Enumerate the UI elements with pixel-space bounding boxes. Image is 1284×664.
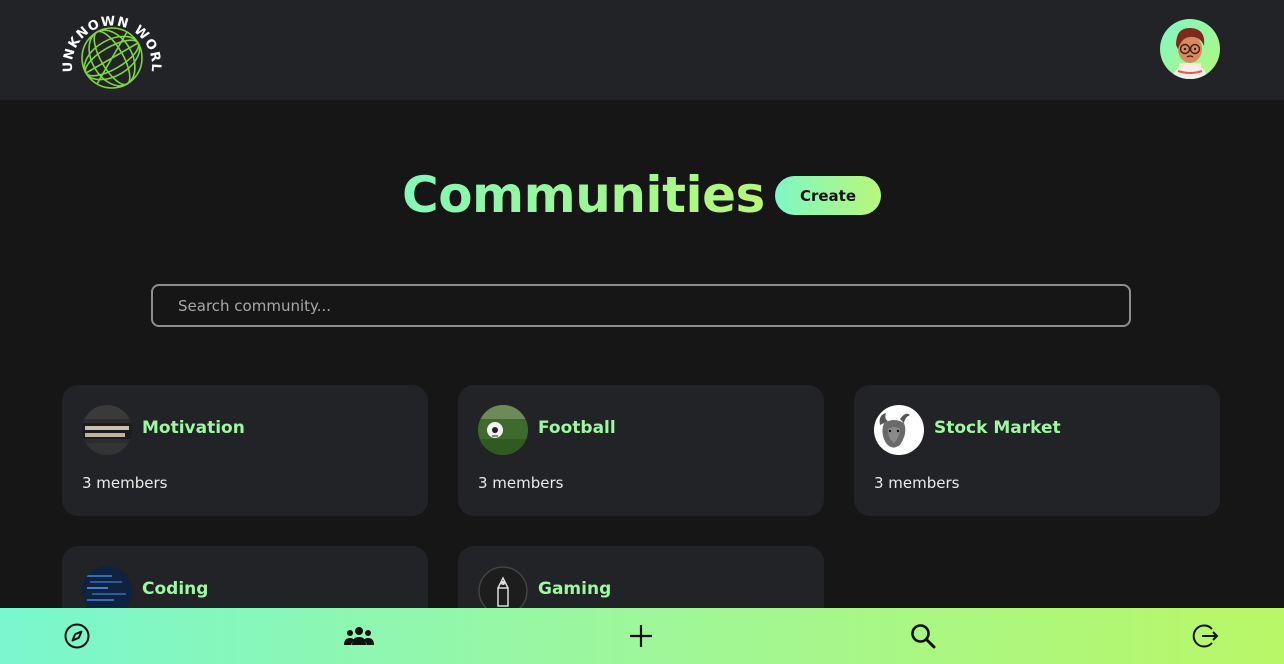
community-name: Coding — [142, 579, 209, 599]
bottom-navigation — [0, 608, 1284, 664]
top-header: UNKNOWN WORLD — [0, 0, 1284, 100]
logout-icon — [1192, 624, 1219, 648]
svg-text:UNKNOWN WORLD: UNKNOWN WORLD — [62, 8, 162, 73]
profile-avatar[interactable] — [1160, 19, 1220, 79]
community-card-stock-market[interactable]: Stock Market 3 members — [854, 385, 1220, 516]
community-thumbnail-stock-market — [874, 405, 924, 455]
community-name: Gaming — [538, 579, 612, 599]
group-icon — [344, 627, 374, 645]
search-icon — [911, 624, 936, 649]
unknown-world-logo[interactable]: UNKNOWN WORLD — [56, 0, 162, 94]
nav-search[interactable] — [908, 622, 938, 650]
page-title: Communities — [402, 166, 765, 224]
search-community-input[interactable] — [151, 284, 1131, 327]
community-thumbnail-football — [478, 405, 528, 455]
community-thumbnail-motivation — [82, 405, 132, 455]
nav-explore[interactable] — [62, 622, 92, 650]
community-name: Football — [538, 418, 616, 438]
community-members: 3 members — [874, 474, 960, 492]
community-name: Stock Market — [934, 418, 1061, 438]
compass-icon — [64, 623, 90, 649]
nav-communities[interactable] — [343, 622, 375, 650]
create-community-button[interactable]: Create — [775, 176, 881, 215]
community-card-motivation[interactable]: Motivation 3 members — [62, 385, 428, 516]
community-name: Motivation — [142, 418, 245, 438]
nav-logout[interactable] — [1190, 622, 1220, 650]
community-members: 3 members — [82, 474, 168, 492]
community-card-football[interactable]: Football 3 members — [458, 385, 824, 516]
plus-icon — [630, 625, 652, 647]
communities-page: UNKNOWN WORLD — [0, 0, 1284, 664]
community-members: 3 members — [478, 474, 564, 492]
nav-create-post[interactable] — [626, 622, 656, 650]
